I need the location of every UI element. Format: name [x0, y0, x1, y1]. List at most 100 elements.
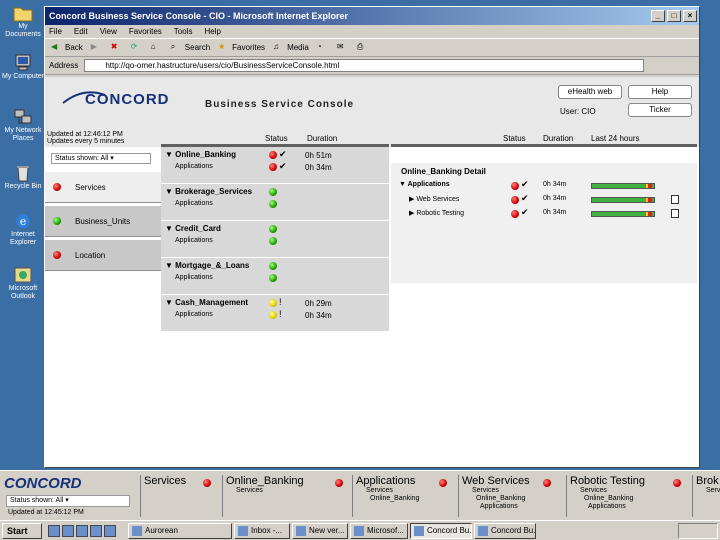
history-button[interactable]: ◔ — [317, 42, 329, 54]
quick-launch-icon[interactable] — [48, 524, 60, 537]
mail-icon: ✉ — [336, 41, 344, 51]
group-brokerage-services[interactable]: ▼ Brokerage_Services Applications — [161, 184, 389, 221]
home-button[interactable]: ⌂ — [151, 42, 163, 54]
search-button[interactable]: ⌕ Search — [171, 42, 210, 54]
favorites-button[interactable]: ★ Favorites — [218, 42, 265, 54]
ticker-button[interactable]: Ticker — [628, 103, 692, 117]
group-name: ▼ Mortgage_&_Loans — [165, 261, 250, 270]
group-sub-item[interactable]: Applications — [175, 237, 213, 244]
group-cash-management[interactable]: ▼ Cash_Management Applications ! 0h 29m … — [161, 295, 389, 332]
mail-button[interactable]: ✉ — [337, 42, 349, 54]
ticker-status-filter[interactable]: Status shown: All ▾ — [6, 495, 130, 507]
ticker-cell-path: Services — [366, 487, 393, 494]
ticker-cell-path: Services — [236, 487, 263, 494]
nav-item-location[interactable]: Location — [45, 239, 161, 271]
address-label: Address — [49, 61, 79, 70]
toolbar: ◀ Back ▶ ✖ ⟳ ⌂ ⌕ Search ★ Favorites ♫ Media … — [45, 39, 699, 57]
nav-item-services[interactable]: Services — [45, 171, 161, 203]
quick-launch-icon[interactable] — [104, 524, 116, 537]
group-sub-item[interactable]: Applications — [175, 200, 213, 207]
desktop-icon-my-documents[interactable]: My Documents — [0, 4, 46, 39]
ticker-cell-applications[interactable]: Applications Services Online_Banking — [352, 475, 456, 517]
maximize-button[interactable]: □ — [667, 10, 681, 22]
minimize-button[interactable]: _ — [651, 10, 665, 22]
back-button[interactable]: ◀ Back — [51, 42, 83, 54]
group-sub-item[interactable]: Applications — [175, 274, 213, 281]
taskbar-item[interactable]: Concord Bu... — [474, 522, 536, 539]
status-yellow-icon — [269, 311, 277, 319]
desktop-icon-label: My Documents — [5, 23, 41, 38]
menu-help[interactable]: Help — [204, 27, 220, 36]
detail-row-duration: 0h 34m — [543, 209, 567, 216]
media-button[interactable]: ♫ Media — [273, 42, 309, 54]
menu-tools[interactable]: Tools — [174, 27, 193, 36]
menu-favorites[interactable]: Favorites — [129, 27, 162, 36]
desktop-icon-outlook[interactable]: Microsoft Outlook — [0, 266, 46, 301]
taskbar-item[interactable]: Microsof... — [350, 522, 408, 539]
refresh-button[interactable]: ⟳ — [131, 42, 143, 54]
group-name: ▼ Cash_Management — [165, 298, 249, 307]
update-info: Updated at 12:46:12 PM Updates every 5 m… — [47, 131, 124, 145]
quick-launch-icon[interactable] — [90, 524, 102, 537]
status-red-icon — [543, 479, 551, 487]
group-sub-item[interactable]: Applications — [175, 311, 213, 318]
detail-row-applications[interactable]: ▼ Applications ✔ 0h 34m — [391, 179, 697, 193]
menu-view[interactable]: View — [100, 27, 117, 36]
last-24-hours-bar — [591, 211, 655, 217]
start-button[interactable]: Start — [2, 522, 42, 539]
ticker-cell-brokerage[interactable]: Brok Servi — [692, 475, 720, 517]
help-button[interactable]: Help — [628, 85, 692, 99]
desktop-icon-network[interactable]: My Network Places — [0, 108, 46, 143]
report-icon[interactable] — [671, 195, 679, 204]
ticker-cell-robotic-testing[interactable]: Robotic Testing Services Online_Banking … — [566, 475, 690, 517]
desktop-icons: My Documents My Computer My Network Plac… — [0, 0, 46, 470]
menu-edit[interactable]: Edit — [74, 27, 88, 36]
status-green-icon — [269, 237, 277, 245]
ticker-bar: CONCORD Status shown: All ▾ Updated at 1… — [0, 470, 720, 520]
group-sub-item[interactable]: Applications — [175, 163, 213, 170]
group-online-banking[interactable]: ▼ Online_Banking Applications ✔ 0h 51m ✔… — [161, 147, 389, 184]
desktop-icon-recycle-bin[interactable]: Recycle Bin — [0, 164, 46, 191]
home-icon: ⌂ — [150, 41, 156, 51]
desktop-icon-internet-explorer[interactable]: e Internet Explorer — [0, 212, 46, 247]
status-red-icon — [335, 479, 343, 487]
ie-icon: e — [16, 214, 30, 228]
menu-file[interactable]: File — [49, 27, 62, 36]
ticker-cell-services[interactable]: Services — [140, 475, 220, 517]
nav-item-business-units[interactable]: Business_Units — [45, 205, 161, 237]
close-button[interactable]: × — [683, 10, 697, 22]
ticker-cell-web-services[interactable]: Web Services Services Online_Banking App… — [458, 475, 564, 517]
report-icon[interactable] — [671, 209, 679, 218]
status-green-icon — [269, 188, 277, 196]
ticker-cell-online-banking[interactable]: Online_Banking Services — [222, 475, 350, 517]
taskbar-item[interactable]: Inbox -... — [234, 522, 290, 539]
quick-launch-icon[interactable] — [76, 524, 88, 537]
ehealth-web-button[interactable]: eHealth web — [558, 85, 622, 99]
taskbar-item[interactable]: Concord Bu... — [410, 522, 472, 539]
media-icon: ♫ — [273, 41, 280, 51]
status-green-icon — [269, 200, 277, 208]
ticker-cell-name: Brok — [696, 475, 719, 487]
taskbar-item[interactable]: Aurorean — [128, 522, 232, 539]
console-title: Business Service Console — [205, 99, 355, 110]
desktop-icon-my-computer[interactable]: My Computer — [0, 54, 46, 81]
detail-row-duration: 0h 34m — [543, 181, 567, 188]
group-credit-card[interactable]: ▼ Credit_Card Applications — [161, 221, 389, 258]
detail-row-robotic-testing[interactable]: ▶ Robotic Testing ✔ 0h 34m — [391, 207, 697, 221]
stop-button[interactable]: ✖ — [111, 42, 123, 54]
forward-button[interactable]: ▶ — [91, 42, 103, 54]
address-input[interactable] — [84, 59, 645, 72]
detail-row-web-services[interactable]: ▶ Web Services ✔ 0h 34m — [391, 193, 697, 207]
status-filter-select[interactable]: Status shown: All ▾ — [51, 153, 151, 164]
status-yellow-icon — [269, 299, 277, 307]
nav-item-label: Location — [75, 251, 106, 260]
column-header-row: Updated at 12:46:12 PM Updates every 5 m… — [45, 131, 699, 147]
group-mortgage-loans[interactable]: ▼ Mortgage_&_Loans Applications — [161, 258, 389, 295]
print-button[interactable]: ⎙ — [357, 42, 369, 54]
quick-launch-icon[interactable] — [62, 524, 74, 537]
acknowledged-check-icon: ✔ — [521, 193, 529, 203]
ticker-cell-path: Servi — [706, 487, 720, 494]
title-bar[interactable]: Concord Business Service Console - CIO -… — [45, 7, 699, 25]
taskbar-item[interactable]: New ver... — [292, 522, 348, 539]
status-red-icon — [511, 182, 519, 190]
